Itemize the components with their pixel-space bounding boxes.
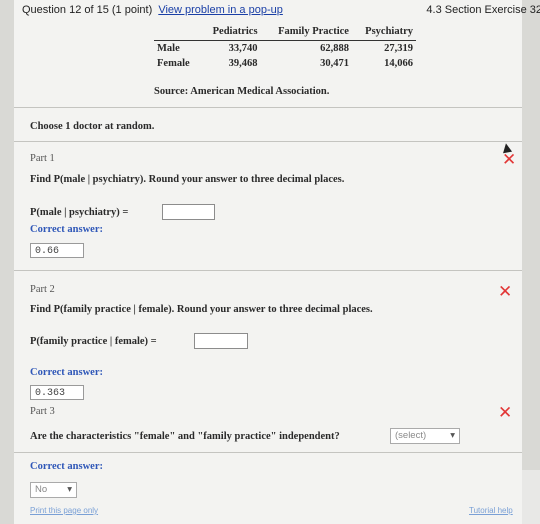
x-mark-icon: ✕ xyxy=(498,282,513,302)
part2-correct-label: Correct answer: xyxy=(30,367,103,378)
table-cell: 33,740 xyxy=(228,43,258,54)
table-header-row: Pediatrics Family Practice Psychiatry xyxy=(154,24,416,41)
question-header: Question 12 of 15 (1 point) View problem… xyxy=(14,0,540,22)
table-header-cell: Family Practice xyxy=(260,24,352,41)
divider xyxy=(14,452,522,453)
intro-text: Choose 1 doctor at random. xyxy=(30,121,155,132)
print-page-link[interactable]: Print this page only xyxy=(30,506,98,515)
divider xyxy=(14,107,522,108)
data-table: Pediatrics Family Practice Psychiatry Ma… xyxy=(154,24,416,71)
part3-independence-select[interactable]: (select) ▾ xyxy=(390,428,460,444)
table-cell: 14,066 xyxy=(384,58,413,69)
part1-title: Part 1 xyxy=(30,153,55,164)
table-header-cell: Pediatrics xyxy=(199,24,261,41)
table-header-cell xyxy=(154,24,200,41)
table-cell: 62,888 xyxy=(320,43,349,54)
part3-prompt: Are the characteristics "female" and "fa… xyxy=(30,431,340,442)
table-cell: Male xyxy=(157,43,180,54)
part1-correct-label: Correct answer: xyxy=(30,224,103,235)
part2-prompt: Find P(family practice | female). Round … xyxy=(30,304,373,315)
table-cell: 39,468 xyxy=(228,58,258,69)
part2-title: Part 2 xyxy=(30,284,55,295)
table-cell: Female xyxy=(157,58,190,69)
part3-correct-answer-select: No ▾ xyxy=(30,482,77,498)
chevron-down-icon: ▾ xyxy=(450,430,455,441)
table-source: Source: American Medical Association. xyxy=(154,86,330,97)
part3-title: Part 3 xyxy=(30,406,55,417)
part2-input-label: P(family practice | female) = xyxy=(30,336,157,347)
divider xyxy=(14,141,522,142)
part1-prompt: Find P(male | psychiatry). Round your an… xyxy=(30,174,345,185)
table-header-cell: Psychiatry xyxy=(351,24,416,41)
table-cell: 27,319 xyxy=(384,43,413,54)
table-cell: 30,471 xyxy=(320,58,349,69)
scrollbar[interactable] xyxy=(522,470,540,524)
popup-link[interactable]: View problem in a pop-up xyxy=(158,4,283,16)
part1-answer-input[interactable] xyxy=(162,204,215,220)
part1-correct-answer: 0.66 xyxy=(30,243,84,258)
table-row: Female 39,468 30,471 14,066 xyxy=(154,56,416,71)
question-page: Question 12 of 15 (1 point) View problem… xyxy=(14,0,540,524)
tutorial-help-link[interactable]: Tutorial help xyxy=(469,506,513,515)
section-label: 4.3 Section Exercise 32 xyxy=(426,4,540,16)
part3-correct-label: Correct answer: xyxy=(30,461,103,472)
part1-input-label: P(male | psychiatry) = xyxy=(30,207,129,218)
table-row: Male 33,740 62,888 27,319 xyxy=(154,41,416,57)
part2-answer-input[interactable] xyxy=(194,333,248,349)
x-mark-icon: ✕ xyxy=(498,403,513,423)
part2-correct-answer: 0.363 xyxy=(30,385,84,400)
chevron-down-icon: ▾ xyxy=(67,484,72,495)
divider xyxy=(14,270,522,271)
question-label: Question 12 of 15 (1 point) View problem… xyxy=(22,4,283,16)
